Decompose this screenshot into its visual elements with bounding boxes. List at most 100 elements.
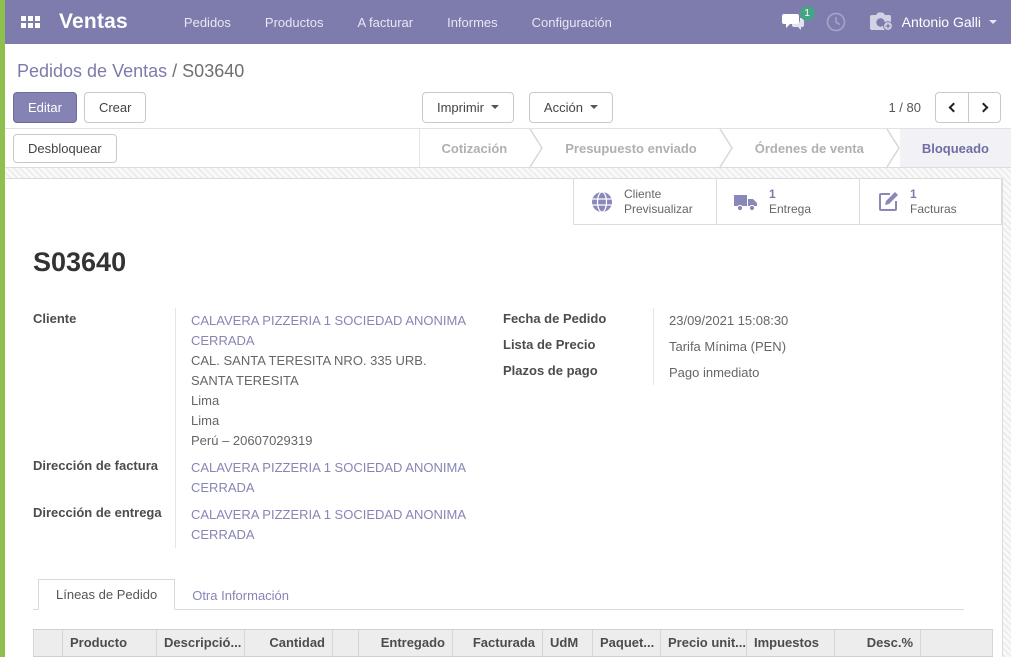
customer-address-line: SANTA TERESITA: [191, 371, 499, 391]
sheet-background: Cliente Previsualizar 1: [5, 168, 1011, 657]
payment-terms-label: Plazos de pago: [503, 359, 653, 385]
col-trailing: [921, 630, 993, 656]
order-date-label: Fecha de Pedido: [503, 308, 653, 333]
order-date-value: 23/09/2021 15:08:30: [653, 308, 1002, 333]
smart-button-label: Facturas: [910, 202, 957, 217]
chevron-left-icon: [949, 102, 959, 112]
smart-button-value: 1: [910, 187, 957, 202]
col-descuento: Desc.%: [835, 630, 921, 656]
order-lines-header-row: Producto Descripció... Cantidad Entregad…: [33, 630, 993, 656]
delivery-address-label: Dirección de entrega: [33, 501, 175, 548]
menu-informes[interactable]: Informes: [447, 15, 498, 30]
col-descripcion: Descripció...: [157, 630, 245, 656]
col-precio-unit: Precio unit...: [661, 630, 747, 656]
customer-link[interactable]: CALAVERA PIZZERIA 1 SOCIEDAD ANONIMA CER…: [191, 313, 465, 348]
invoices-button[interactable]: 1 Facturas: [859, 179, 1002, 225]
customer-address-line: Perú – 20607029319: [191, 431, 499, 451]
main-menu: Pedidos Productos A facturar Informes Co…: [184, 15, 612, 30]
apps-menu-icon[interactable]: [15, 7, 45, 37]
col-handle: [33, 630, 63, 656]
col-producto: Producto: [63, 630, 157, 656]
unlock-button[interactable]: Desbloquear: [13, 134, 117, 163]
chevron-down-icon: [989, 20, 997, 24]
chevron-down-icon: [491, 105, 499, 109]
grid-icon: [21, 16, 40, 28]
smart-button-value: 1: [769, 187, 811, 202]
form-sheet: Cliente Previsualizar 1: [5, 178, 1003, 657]
status-step-cotizacion[interactable]: Cotización: [420, 129, 530, 167]
order-info-group: Fecha de Pedido 23/09/2021 15:08:30 List…: [503, 308, 1002, 385]
menu-configuracion[interactable]: Configuración: [532, 15, 612, 30]
notebook-tabs: Líneas de Pedido Otra Información: [33, 579, 964, 610]
chevron-right-icon: [978, 102, 988, 112]
menu-productos[interactable]: Productos: [265, 15, 324, 30]
chevron-down-icon: [590, 105, 598, 109]
status-step-bloqueado[interactable]: Bloqueado: [900, 129, 1011, 167]
smart-button-label: Entrega: [769, 202, 811, 217]
invoice-address-label: Dirección de factura: [33, 454, 175, 501]
col-facturada: Facturada: [453, 630, 543, 656]
smart-button-box: Cliente Previsualizar 1: [5, 179, 1002, 225]
pricelist-label: Lista de Precio: [503, 333, 653, 359]
edit-button[interactable]: Editar: [13, 92, 77, 123]
action-dropdown-button[interactable]: Acción: [529, 92, 613, 123]
col-udm: UdM: [543, 630, 593, 656]
delivery-address-link[interactable]: CALAVERA PIZZERIA 1 SOCIEDAD ANONIMA CER…: [191, 507, 465, 542]
edit-square-icon: [876, 190, 900, 214]
action-label: Acción: [544, 100, 583, 115]
delivery-button[interactable]: 1 Entrega: [716, 179, 859, 225]
pager-count: 1 / 80: [888, 100, 921, 115]
messages-icon[interactable]: 1: [782, 13, 804, 31]
top-navbar: Ventas Pedidos Productos A facturar Info…: [5, 0, 1011, 44]
smart-button-label: Cliente: [624, 187, 693, 202]
col-cantidad: Cantidad: [245, 630, 333, 656]
breadcrumb: Pedidos de Ventas / S03640: [5, 44, 1011, 86]
col-entregado: Entregado: [359, 630, 453, 656]
customer-preview-button[interactable]: Cliente Previsualizar: [573, 179, 716, 225]
customer-address-line: Lima: [191, 391, 499, 411]
col-impuestos: Impuestos: [747, 630, 835, 656]
breadcrumb-current: S03640: [182, 61, 244, 81]
globe-icon: [590, 190, 614, 214]
control-panel: Editar Crear Imprimir Acción 1 / 80: [5, 86, 1011, 129]
print-label: Imprimir: [437, 100, 484, 115]
pager: 1 / 80: [888, 92, 1001, 123]
status-step-presupuesto-enviado[interactable]: Presupuesto enviado: [543, 129, 718, 167]
pager-next-button[interactable]: [968, 92, 1001, 123]
breadcrumb-parent-link[interactable]: Pedidos de Ventas: [17, 61, 167, 81]
truck-icon: [733, 191, 759, 213]
col-spacer: [333, 630, 359, 656]
app-name[interactable]: Ventas: [59, 10, 128, 34]
status-step-ordenes-de-venta[interactable]: Órdenes de venta: [733, 129, 886, 167]
customer-field-group: Cliente CALAVERA PIZZERIA 1 SOCIEDAD ANO…: [33, 308, 503, 548]
menu-a-facturar[interactable]: A facturar: [357, 15, 413, 30]
user-menu[interactable]: Antonio Galli: [868, 12, 997, 32]
pricelist-value: Tarifa Mínima (PEN): [653, 333, 1002, 359]
step-arrow-icon: [529, 129, 543, 167]
pager-previous-button[interactable]: [935, 92, 968, 123]
tab-order-lines[interactable]: Líneas de Pedido: [38, 579, 175, 610]
tab-other-info[interactable]: Otra Información: [175, 581, 306, 610]
invoice-address-link[interactable]: CALAVERA PIZZERIA 1 SOCIEDAD ANONIMA CER…: [191, 460, 465, 495]
print-dropdown-button[interactable]: Imprimir: [422, 92, 514, 123]
create-button[interactable]: Crear: [84, 92, 147, 123]
smart-button-label: Previsualizar: [624, 202, 693, 217]
payment-terms-value: Pago inmediato: [653, 359, 1002, 385]
avatar-camera-icon: [868, 12, 894, 32]
activities-clock-icon[interactable]: [826, 12, 846, 32]
customer-address-line: CAL. SANTA TERESITA NRO. 335 URB.: [191, 351, 499, 371]
breadcrumb-separator: /: [172, 61, 177, 81]
order-title: S03640: [33, 247, 1002, 278]
menu-pedidos[interactable]: Pedidos: [184, 15, 231, 30]
step-arrow-icon: [886, 129, 900, 167]
customer-label: Cliente: [33, 308, 175, 454]
messages-badge: 1: [800, 6, 815, 21]
order-lines-table: Producto Descripció... Cantidad Entregad…: [33, 629, 993, 657]
statusbar: Desbloquear Cotización Presupuesto envia…: [5, 129, 1011, 168]
col-paquete: Paquet...: [593, 630, 661, 656]
step-arrow-icon: [719, 129, 733, 167]
user-name: Antonio Galli: [902, 14, 981, 30]
page: Ventas Pedidos Productos A facturar Info…: [0, 0, 1011, 657]
customer-address-line: Lima: [191, 411, 499, 431]
status-steps: Cotización Presupuesto enviado Órdenes d…: [419, 129, 1011, 167]
